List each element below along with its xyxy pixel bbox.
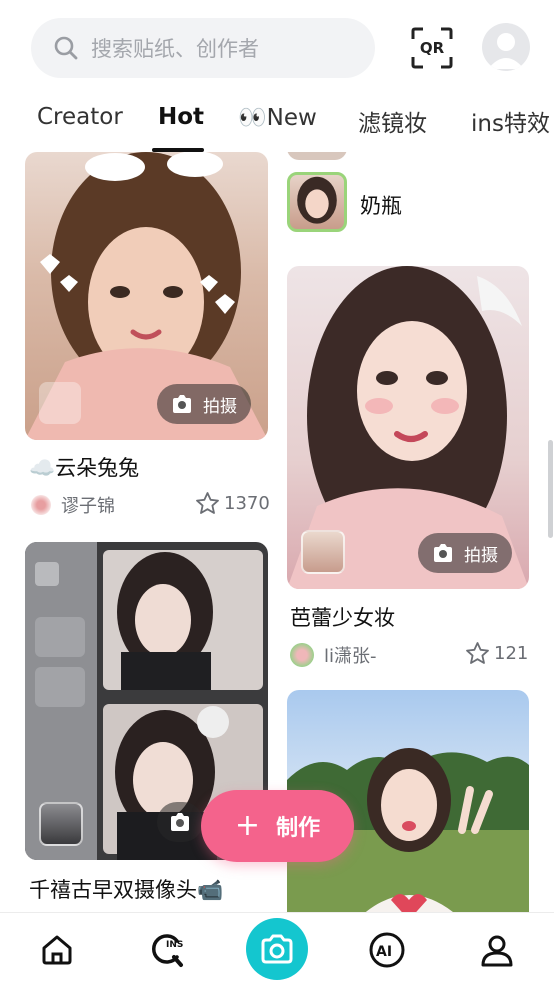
card-author[interactable]: 谬子锦 (31, 492, 115, 518)
shoot-button[interactable]: 拍摄 (418, 533, 512, 573)
search-input[interactable]: 搜索贴纸、创作者 (31, 18, 375, 78)
author-name: 谬子锦 (61, 496, 115, 517)
tab-creator[interactable]: Creator (37, 104, 123, 130)
card-title[interactable]: 奶瓶 (360, 190, 402, 220)
shoot-label: 拍摄 (464, 545, 498, 566)
sticker-preview-image[interactable]: 拍摄 (25, 152, 268, 440)
tab-new[interactable]: 👀New (238, 104, 317, 131)
create-button[interactable]: + 制作 (201, 790, 354, 862)
card-title[interactable]: ☁️云朵兔兔 (29, 452, 139, 482)
shoot-button[interactable] (157, 802, 203, 842)
plus-icon: + (234, 808, 261, 843)
nav-profile[interactable] (467, 913, 527, 985)
card-title[interactable]: 千禧古早双摄像头📹 (29, 874, 223, 904)
shoot-button[interactable]: 拍摄 (157, 384, 251, 424)
thumbnail-face (297, 176, 337, 224)
camera-icon (434, 544, 452, 562)
camera-icon (261, 934, 293, 964)
card-title[interactable]: 芭蕾少女妆 (290, 602, 395, 632)
nav-home[interactable] (27, 913, 87, 985)
sticker-preview-image[interactable]: 拍摄 (287, 266, 529, 589)
svg-text:INS: INS (166, 940, 183, 950)
sticker-thumbnail[interactable] (287, 172, 347, 232)
default-avatar-icon (488, 33, 524, 69)
sticker-thumbnail (301, 530, 345, 574)
author-avatar (31, 495, 51, 515)
top-bar: 搜索贴纸、创作者 QR (0, 0, 554, 96)
ins-search-icon: INS (152, 933, 183, 967)
bottom-navigation: INS AI (0, 912, 554, 985)
previous-card-image[interactable] (287, 152, 347, 160)
favorite-number: 1370 (224, 492, 270, 514)
author-avatar (290, 643, 314, 667)
card-author[interactable]: li潇张- (290, 642, 377, 668)
svg-text:AI: AI (376, 944, 392, 960)
user-avatar[interactable] (482, 23, 530, 71)
home-icon (42, 935, 72, 964)
camera-icon (173, 395, 191, 413)
favorite-count[interactable]: 121 (465, 641, 528, 665)
nav-ins-search[interactable]: INS (137, 913, 197, 985)
qr-label: QR (419, 39, 445, 57)
favorite-number: 121 (494, 642, 529, 664)
nav-camera[interactable] (246, 918, 308, 980)
tab-hot[interactable]: Hot (158, 104, 204, 130)
star-icon (196, 492, 219, 514)
ai-icon: AI (369, 932, 405, 967)
tab-ins-effects[interactable]: ins特效 (471, 104, 550, 138)
camera-icon (171, 813, 189, 831)
nav-ai[interactable]: AI (357, 913, 417, 985)
shoot-label: 拍摄 (203, 396, 237, 417)
category-tabs: Creator Hot 👀New 滤镜妆 ins特效 (0, 96, 554, 152)
qr-scan-button[interactable]: QR (411, 27, 453, 69)
sticker-thumbnail (39, 802, 83, 846)
author-name: li潇张- (324, 646, 377, 667)
create-label: 制作 (276, 816, 321, 841)
tab-filter-makeup[interactable]: 滤镜妆 (358, 104, 427, 138)
favorite-count[interactable]: 1370 (195, 491, 270, 515)
feed-scrollbar[interactable] (548, 440, 553, 538)
star-icon (466, 642, 489, 664)
search-icon (54, 36, 78, 60)
profile-icon (481, 935, 513, 966)
search-placeholder: 搜索贴纸、创作者 (91, 37, 259, 61)
